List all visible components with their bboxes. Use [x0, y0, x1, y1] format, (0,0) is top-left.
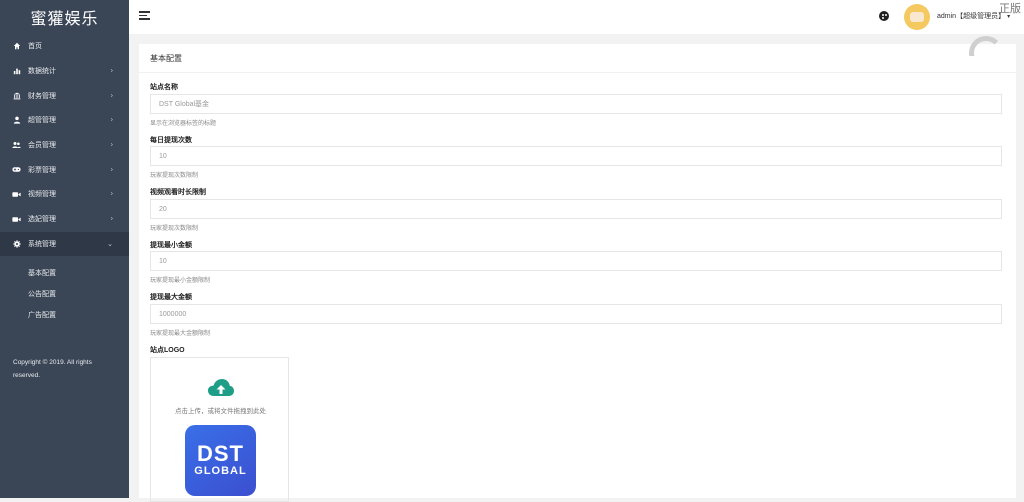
max-withdraw-input[interactable]: 1000000: [150, 304, 1002, 324]
logo-upload-dropzone[interactable]: 点击上传，或将文件拖拽到此处 DST GLOBAL: [150, 357, 289, 502]
chevron-right-icon: ›: [110, 215, 113, 223]
sidebar-item-lottery[interactable]: 彩票管理 ›: [0, 157, 129, 182]
sidebar-item-label: 彩票管理: [28, 166, 56, 174]
sidebar-subitem-basic-config[interactable]: 基本配置: [0, 262, 129, 283]
sidebar-item-finance[interactable]: 财务管理 ›: [0, 83, 129, 108]
sidebar-item-label: 数据统计: [28, 68, 56, 76]
chevron-right-icon: ›: [110, 92, 113, 100]
sidebar-item-label: 视频管理: [28, 191, 56, 199]
home-icon: [12, 42, 21, 51]
site-name-input[interactable]: DST Global基金: [150, 94, 1002, 114]
sidebar-item-stats[interactable]: 数据统计 ›: [0, 59, 129, 84]
loading-spinner-icon: [969, 36, 1003, 56]
copyright-text: Copyright © 2019. All rights reserved.: [13, 359, 92, 379]
chevron-right-icon: ›: [110, 141, 113, 149]
sidebar: 蜜獾娱乐 首页 数据统计 › 财务管理 › 超管管理 › 会员管理 › 彩票管理…: [0, 0, 129, 498]
site-logo-image: DST GLOBAL: [185, 425, 256, 496]
gear-icon: [12, 239, 21, 248]
bank-icon: [12, 91, 21, 100]
upload-hint-text: 点击上传，或将文件拖拽到此处: [175, 408, 266, 415]
sidebar-item-label: 首页: [28, 43, 42, 51]
max-withdraw-label: 提现最大金额: [150, 294, 192, 301]
sidebar-item-concubine[interactable]: 选妃管理 ›: [0, 207, 129, 232]
sidebar-item-system[interactable]: 系统管理 ⌄: [0, 231, 129, 257]
site-logo-label: 站点LOGO: [150, 347, 185, 354]
video-duration-input[interactable]: 20: [150, 199, 1002, 219]
users-icon: [12, 141, 21, 150]
sidebar-item-label: 选妃管理: [28, 216, 56, 224]
video-icon: [12, 215, 21, 224]
palette-icon[interactable]: [879, 11, 889, 21]
chevron-right-icon: ›: [110, 116, 113, 124]
max-withdraw-help: 玩家提现最大金额限制: [150, 331, 211, 337]
chevron-right-icon: ›: [110, 190, 113, 198]
user-icon: [12, 116, 21, 125]
sidebar-item-admins[interactable]: 超管管理 ›: [0, 108, 129, 133]
logo-text-line1: DST: [197, 441, 244, 466]
min-withdraw-help: 玩家提现最小金额限制: [150, 278, 211, 284]
sidebar-item-label: 财务管理: [28, 92, 56, 100]
menu-toggle-icon[interactable]: [139, 11, 150, 20]
video-duration-help: 玩家提现次数限制: [150, 226, 199, 232]
daily-withdraw-count-help: 玩家提现次数限制: [150, 173, 199, 179]
main-panel: 基本配置 站点名称 DST Global基金 显示在浏览器标签的标题 每日提现次…: [139, 36, 1016, 502]
avatar[interactable]: [904, 4, 930, 30]
cloud-upload-icon: [207, 378, 235, 398]
corner-watermark-text: 正版: [999, 2, 1021, 15]
sidebar-item-home[interactable]: 首页: [0, 34, 129, 59]
chevron-down-icon: ⌄: [107, 240, 113, 248]
avatar-face-icon: [910, 12, 924, 22]
logo-text-line2: GLOBAL: [194, 465, 247, 477]
sidebar-item-members[interactable]: 会员管理 ›: [0, 133, 129, 158]
daily-withdraw-count-input[interactable]: 10: [150, 146, 1002, 166]
chevron-right-icon: ›: [110, 67, 113, 75]
sidebar-subitem-ad-config[interactable]: 广告配置: [0, 304, 129, 325]
site-name-help: 显示在浏览器标签的标题: [150, 121, 217, 127]
user-name-label: admin【超级管理员】: [937, 13, 1006, 20]
sidebar-item-label: 超管管理: [28, 117, 56, 125]
gamepad-icon: [12, 165, 21, 174]
chevron-right-icon: ›: [110, 166, 113, 174]
video-icon: [12, 190, 21, 199]
daily-withdraw-count-label: 每日提现次数: [150, 137, 192, 144]
min-withdraw-input[interactable]: 10: [150, 251, 1002, 271]
sidebar-item-label: 系统管理: [28, 240, 56, 248]
sidebar-item-videos[interactable]: 视频管理 ›: [0, 182, 129, 207]
sidebar-subitem-notice-config[interactable]: 公告配置: [0, 283, 129, 304]
topbar: admin【超级管理员】 ▾: [129, 0, 1024, 34]
bar-chart-icon: [12, 67, 21, 76]
min-withdraw-label: 提现最小金额: [150, 242, 192, 249]
panel-title: 基本配置: [139, 44, 1016, 73]
site-name-label: 站点名称: [150, 84, 178, 91]
video-duration-label: 视频观看时长限制: [150, 189, 206, 196]
sidebar-item-label: 会员管理: [28, 142, 56, 150]
brand-title[interactable]: 蜜獾娱乐: [0, 0, 129, 34]
